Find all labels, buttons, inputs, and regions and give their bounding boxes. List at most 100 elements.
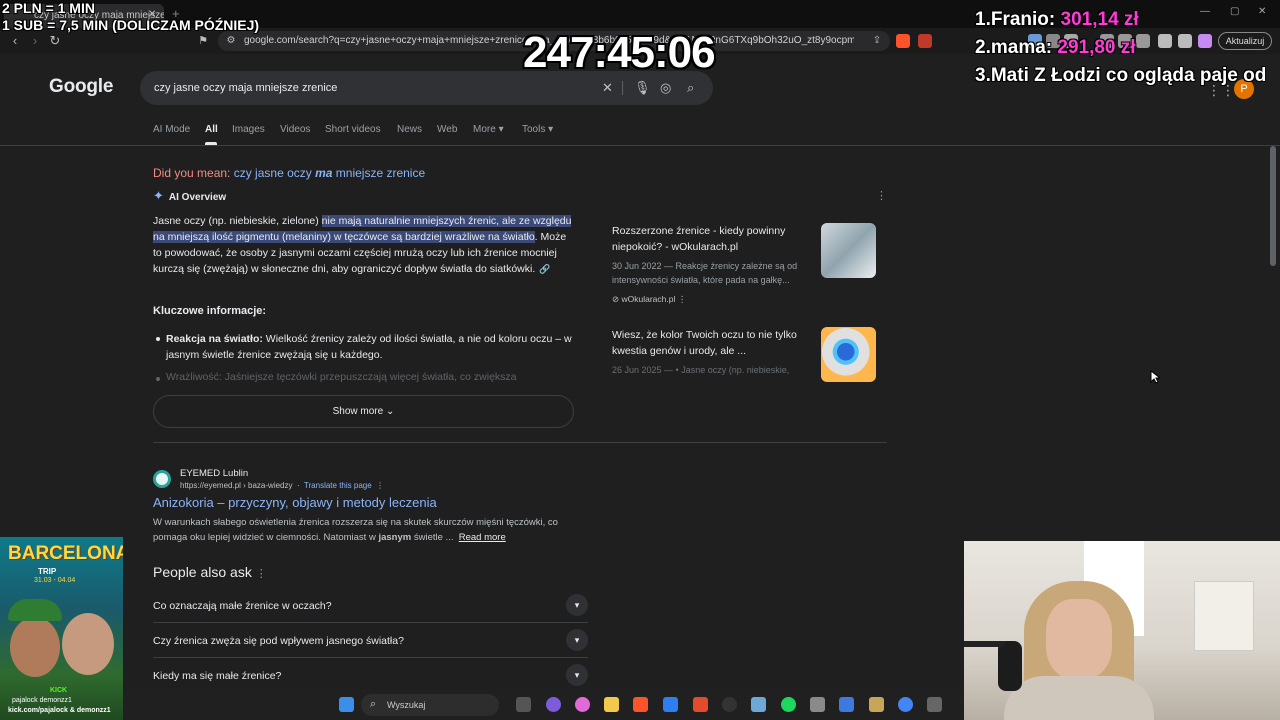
chevron-down-icon[interactable]: ▾ [566,629,588,651]
paa-question[interactable]: Co oznaczają małe źrenice w oczach? ▾ [153,588,588,623]
search-input[interactable]: czy jasne oczy maja mniejsze zrenice [154,82,337,94]
spotify-icon[interactable] [781,697,796,712]
paa-question-text: Co oznaczają małe źrenice w oczach? [153,600,332,612]
copilot-icon[interactable] [575,697,590,712]
clear-icon[interactable]: ✕ [602,80,613,96]
search-icon: ⌕ [370,698,377,710]
chevron-down-icon[interactable]: ▾ [566,594,588,616]
show-more-button[interactable]: Show more ⌄ [153,395,574,428]
close-window-icon[interactable]: ✕ [1258,6,1266,17]
lb-rank: 2. [975,37,991,58]
shield-icon[interactable] [1178,34,1192,48]
tab-ai-mode[interactable]: AI Mode [153,124,190,135]
ai-lead-text: Jasne oczy (np. niebieskie, zielone) [153,215,322,227]
obs-icon[interactable] [722,697,737,712]
file-explorer-icon[interactable] [604,697,619,712]
more-options-icon[interactable]: ⋮ [256,568,267,580]
mouse-cursor-icon [1150,370,1160,384]
task-view-icon[interactable] [516,697,531,712]
brave-icon[interactable] [693,697,708,712]
tab-tools[interactable]: Tools ▾ [522,124,553,135]
streamer-face [62,613,114,675]
profile-icon[interactable] [1198,34,1212,48]
discord-icon[interactable] [546,697,561,712]
calculator-icon[interactable] [810,697,825,712]
maximize-icon[interactable]: ▢ [1230,6,1239,17]
site-info-icon[interactable]: ⚙ [222,32,240,50]
translate-link[interactable]: Translate this page [304,481,372,490]
extension-icon[interactable] [1136,34,1150,48]
paa-question-text: Kiedy ma się małe źrenice? [153,670,282,682]
tab-videos[interactable]: Videos [280,124,310,135]
search-icon[interactable]: ⌕ [687,80,694,96]
sub-rate-text: 1 SUB = 7,5 MIN (DOLICZAM PÓŹNIEJ) [2,17,260,33]
kick-logo: KICK [50,687,68,694]
forward-icon[interactable]: › [26,32,44,50]
share-icon[interactable]: ⇪ [868,32,886,50]
page-scrollbar[interactable] [1270,146,1276,266]
result-title-link[interactable]: Anizokoria – przyczyny, objawy i metody … [153,495,437,510]
source-card[interactable]: Wiesz, że kolor Twoich oczu to nie tylko… [601,320,886,382]
chevron-down-icon[interactable]: ▾ [566,664,588,686]
streamer-face [10,617,60,677]
did-you-mean-link[interactable]: czy jasne oczy ma mniejsze zrenice [234,166,425,180]
link-icon[interactable]: 🔗 [539,264,550,274]
source-card[interactable]: Rozszerzone źrenice - kiedy powinny niep… [601,215,886,315]
dym-bold: ma [315,166,333,180]
brave-shield-icon[interactable] [896,34,910,48]
lb-rank: 3. [975,65,991,86]
store-icon[interactable] [663,697,678,712]
did-you-mean-label: Did you mean: [153,166,231,180]
ai-overview-menu-icon[interactable]: ⋮ [876,189,887,202]
google-logo[interactable]: Google [49,76,113,98]
tab-web[interactable]: Web [437,124,457,135]
read-more-link[interactable]: Read more [459,532,506,543]
leaderboard-entry: 1.Franio: 301,14 zł [975,9,1139,31]
lb-name: Franio: [990,9,1056,30]
leo-ai-icon[interactable] [1158,34,1172,48]
tab-short-videos[interactable]: Short videos [325,124,381,135]
site-favicon-icon: ⊘ [612,294,620,304]
reload-icon[interactable]: ↻ [46,32,64,50]
source-card-title[interactable]: Rozszerzone źrenice - kiedy powinny niep… [612,223,812,255]
lb-amount: 291,80 zł [1057,37,1136,58]
app-icon[interactable] [869,697,884,712]
tab-news[interactable]: News [397,124,422,135]
tab-all[interactable]: All [205,124,218,135]
paa-question[interactable]: Czy źrenica zwęża się pod wpływem jasneg… [153,623,588,658]
subathon-timer: 247:45:06 [523,28,716,77]
tab-more[interactable]: More ▾ [473,124,504,135]
lens-icon[interactable]: ◎ [660,80,671,96]
brave-rewards-icon[interactable] [918,34,932,48]
taskbar-search[interactable]: ⌕ Wyszukaj [361,694,499,716]
source-card-title[interactable]: Wiesz, że kolor Twoich oczu to nie tylko… [612,327,812,359]
promo-subtitle: TRIP [38,567,57,576]
show-more-label: Show more [332,406,384,417]
taskbar-search-label: Wyszukaj [387,700,426,710]
source-card-snippet: 30 Jun 2022 — Reakcje źrenicy zależne są… [612,261,798,285]
windows-start-icon[interactable] [339,697,354,712]
source-card-snippet: 26 Jun 2025 — • Jasne oczy (np. niebiesk… [612,365,790,375]
lb-rank: 1. [975,9,991,30]
notepad-icon[interactable] [839,697,854,712]
back-icon[interactable]: ‹ [6,32,24,50]
tab-images[interactable]: Images [232,124,265,135]
app-icon[interactable] [927,697,942,712]
bullet-dot [156,337,160,341]
bullet-bold: Reakcja na światło: [166,333,263,345]
chrome-icon[interactable] [898,697,913,712]
tab-tools-label: Tools [522,124,546,135]
microphone-icon[interactable]: 🎙 [634,80,651,96]
bookmark-icon[interactable]: ⚑ [194,32,212,50]
photos-icon[interactable] [751,697,766,712]
minimize-icon[interactable]: — [1200,6,1210,17]
result-site-name[interactable]: EYEMED Lublin [180,468,248,479]
ai-overview-heading: ✦ AI Overview [153,188,226,204]
paa-question[interactable]: Kiedy ma się małe źrenice? ▾ [153,658,588,693]
result-snippet: W warunkach słabego oświetlenia źrenica … [153,515,593,545]
source-thumbnail [821,223,876,278]
brave-icon[interactable] [633,697,648,712]
more-options-icon[interactable]: ⋮ [376,481,384,490]
more-options-icon[interactable]: ⋮ [678,294,687,304]
update-button[interactable]: Aktualizuj [1218,32,1272,50]
